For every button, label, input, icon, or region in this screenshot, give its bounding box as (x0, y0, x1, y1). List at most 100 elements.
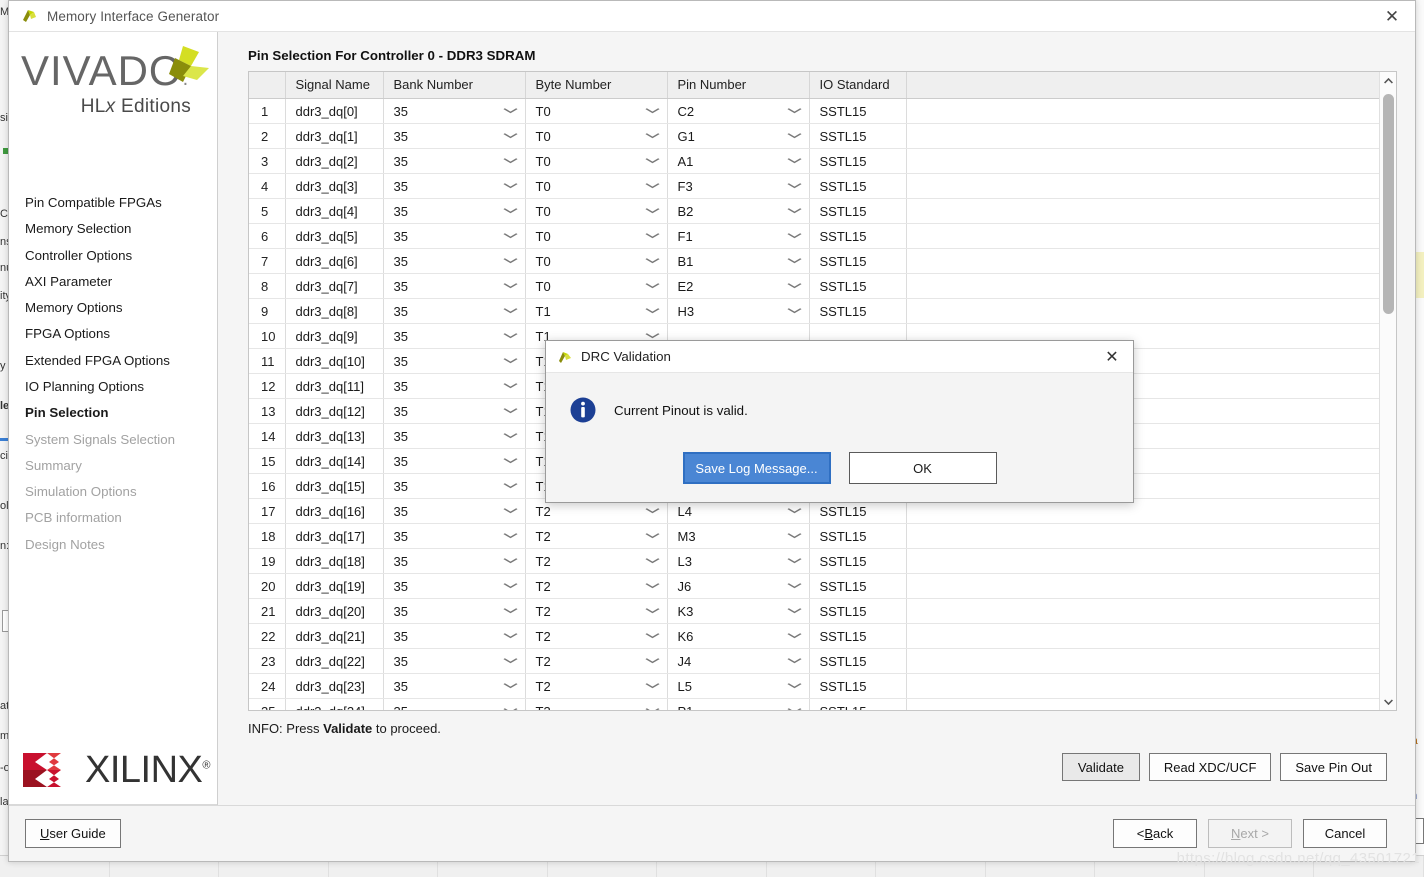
table-row[interactable]: 19 ddr3_dq[18] 35 T2 L3 SSTL15 (249, 548, 1379, 574)
table-row[interactable]: 1 ddr3_dq[0] 35 T0 C2 SSTL15 (249, 98, 1379, 124)
chevron-down-icon[interactable] (502, 307, 518, 316)
cell-bank-number[interactable]: 35 (383, 698, 526, 710)
chevron-down-icon[interactable] (644, 232, 660, 241)
chevron-down-icon[interactable] (644, 307, 660, 316)
chevron-down-icon[interactable] (786, 257, 802, 266)
chevron-down-icon[interactable] (644, 107, 660, 116)
chevron-down-icon[interactable] (502, 382, 518, 391)
dialog-close-icon[interactable]: ✕ (1091, 341, 1133, 372)
chevron-down-icon[interactable] (644, 632, 660, 641)
cell-pin-number[interactable]: J4 (667, 648, 810, 674)
cell-bank-number[interactable]: 35 (383, 323, 526, 349)
cell-bank-number[interactable]: 35 (383, 598, 526, 624)
chevron-down-icon[interactable] (644, 507, 660, 516)
cell-pin-number[interactable]: E2 (667, 273, 810, 299)
table-row[interactable]: 7 ddr3_dq[6] 35 T0 B1 SSTL15 (249, 248, 1379, 274)
table-row[interactable]: 21 ddr3_dq[20] 35 T2 K3 SSTL15 (249, 598, 1379, 624)
ok-button[interactable]: OK (848, 452, 997, 484)
chevron-down-icon[interactable] (786, 157, 802, 166)
table-row[interactable]: 8 ddr3_dq[7] 35 T0 E2 SSTL15 (249, 273, 1379, 299)
cell-byte-number[interactable]: T0 (525, 223, 668, 249)
sidebar-item-memory-options[interactable]: Memory Options (25, 295, 217, 321)
table-row[interactable]: 22 ddr3_dq[21] 35 T2 K6 SSTL15 (249, 623, 1379, 649)
cell-bank-number[interactable]: 35 (383, 148, 526, 174)
cell-byte-number[interactable]: T2 (525, 673, 668, 699)
chevron-down-icon[interactable] (502, 432, 518, 441)
cell-pin-number[interactable]: K3 (667, 598, 810, 624)
cell-bank-number[interactable]: 35 (383, 298, 526, 324)
chevron-down-icon[interactable] (502, 257, 518, 266)
cell-bank-number[interactable]: 35 (383, 398, 526, 424)
cell-byte-number[interactable]: T2 (525, 598, 668, 624)
table-row[interactable]: 5 ddr3_dq[4] 35 T0 B2 SSTL15 (249, 198, 1379, 224)
chevron-down-icon[interactable] (502, 582, 518, 591)
chevron-down-icon[interactable] (502, 132, 518, 141)
chevron-down-icon[interactable] (644, 607, 660, 616)
chevron-down-icon[interactable] (786, 607, 802, 616)
chevron-down-icon[interactable] (786, 507, 802, 516)
chevron-down-icon[interactable] (786, 532, 802, 541)
column-header-bank-number[interactable]: Bank Number (383, 72, 526, 99)
cell-bank-number[interactable]: 35 (383, 373, 526, 399)
cell-pin-number[interactable]: K6 (667, 623, 810, 649)
cell-byte-number[interactable]: T0 (525, 248, 668, 274)
cell-byte-number[interactable]: T0 (525, 98, 668, 124)
chevron-down-icon[interactable] (786, 207, 802, 216)
cell-bank-number[interactable]: 35 (383, 673, 526, 699)
cell-pin-number[interactable]: P1 (667, 698, 810, 710)
cell-bank-number[interactable]: 35 (383, 648, 526, 674)
cell-pin-number[interactable]: B2 (667, 198, 810, 224)
sidebar-item-fpga-options[interactable]: FPGA Options (25, 321, 217, 347)
column-header-io-standard[interactable]: IO Standard (809, 72, 907, 99)
window-titlebar[interactable]: Memory Interface Generator ✕ (9, 1, 1415, 32)
table-row[interactable]: 18 ddr3_dq[17] 35 T2 M3 SSTL15 (249, 523, 1379, 549)
cell-byte-number[interactable]: T0 (525, 148, 668, 174)
save-pin-out-button[interactable]: Save Pin Out (1280, 753, 1387, 781)
sidebar-item-controller-options[interactable]: Controller Options (25, 243, 217, 269)
chevron-down-icon[interactable] (502, 157, 518, 166)
cell-byte-number[interactable]: T0 (525, 273, 668, 299)
chevron-down-icon[interactable] (502, 207, 518, 216)
cancel-button[interactable]: Cancel (1303, 819, 1387, 848)
cell-byte-number[interactable]: T1 (525, 298, 668, 324)
cell-pin-number[interactable]: H3 (667, 298, 810, 324)
scrollbar-thumb[interactable] (1383, 94, 1394, 314)
chevron-down-icon[interactable] (502, 682, 518, 691)
chevron-down-icon[interactable] (502, 457, 518, 466)
chevron-down-icon[interactable] (644, 707, 660, 710)
chevron-down-icon[interactable] (502, 357, 518, 366)
cell-pin-number[interactable]: C2 (667, 98, 810, 124)
cell-byte-number[interactable]: T2 (525, 573, 668, 599)
sidebar-item-pin-compatible-fpgas[interactable]: Pin Compatible FPGAs (25, 190, 217, 216)
cell-bank-number[interactable]: 35 (383, 198, 526, 224)
sidebar-item-io-planning-options[interactable]: IO Planning Options (25, 374, 217, 400)
user-guide-button[interactable]: User Guide (25, 819, 121, 848)
table-row[interactable]: 25ddr3_dq[24] 35 T3 P1 SSTL15 (249, 698, 1379, 710)
table-row[interactable]: 24 ddr3_dq[23] 35 T2 L5 SSTL15 (249, 673, 1379, 699)
cell-byte-number[interactable]: T0 (525, 173, 668, 199)
validate-button[interactable]: Validate (1061, 753, 1140, 781)
cell-byte-number[interactable]: T2 (525, 623, 668, 649)
chevron-down-icon[interactable] (644, 657, 660, 666)
chevron-down-icon[interactable] (644, 182, 660, 191)
cell-pin-number[interactable]: L3 (667, 548, 810, 574)
cell-bank-number[interactable]: 35 (383, 348, 526, 374)
cell-pin-number[interactable]: L5 (667, 673, 810, 699)
chevron-down-icon[interactable] (502, 232, 518, 241)
chevron-down-icon[interactable] (786, 707, 802, 710)
chevron-down-icon[interactable] (786, 632, 802, 641)
chevron-down-icon[interactable] (502, 532, 518, 541)
dialog-titlebar[interactable]: DRC Validation ✕ (546, 341, 1133, 373)
read-xdc-ucf-button[interactable]: Read XDC/UCF (1148, 753, 1272, 781)
cell-pin-number[interactable]: F3 (667, 173, 810, 199)
chevron-down-icon[interactable] (502, 107, 518, 116)
close-icon[interactable]: ✕ (1369, 1, 1415, 31)
cell-bank-number[interactable]: 35 (383, 173, 526, 199)
cell-bank-number[interactable]: 35 (383, 248, 526, 274)
scroll-up-icon[interactable] (1380, 72, 1396, 89)
cell-pin-number[interactable]: B1 (667, 248, 810, 274)
sidebar-item-axi-parameter[interactable]: AXI Parameter (25, 269, 217, 295)
cell-bank-number[interactable]: 35 (383, 473, 526, 499)
cell-bank-number[interactable]: 35 (383, 223, 526, 249)
chevron-down-icon[interactable] (502, 557, 518, 566)
